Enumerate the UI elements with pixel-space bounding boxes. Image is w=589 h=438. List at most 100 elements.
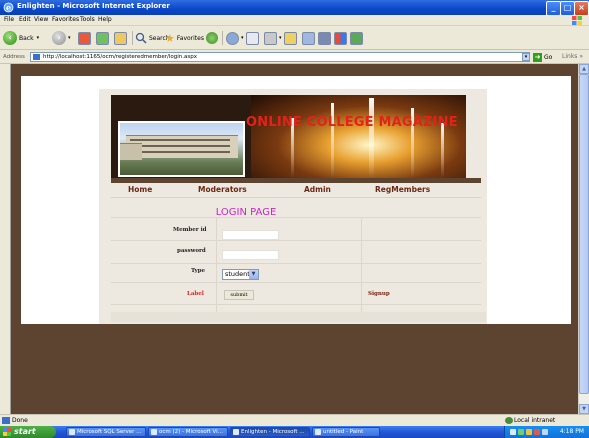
address-dropdown-icon[interactable]: ▾ xyxy=(522,53,530,61)
nav-moderators[interactable]: Moderators xyxy=(198,185,247,194)
links-toolbar[interactable]: Links » xyxy=(562,53,583,60)
menu-edit[interactable]: Edit xyxy=(19,16,31,23)
discuss-icon xyxy=(302,31,315,45)
edit-button[interactable] xyxy=(284,30,299,46)
visual-studio-icon xyxy=(151,429,157,435)
member-id-label: Member id xyxy=(173,227,207,233)
clock: 4:18 PM xyxy=(559,428,584,435)
page-footer xyxy=(111,312,486,322)
form-row-line xyxy=(111,263,481,264)
nav-divider xyxy=(111,197,481,198)
tray-network-icon[interactable] xyxy=(510,429,516,435)
system-tray: 4:18 PM xyxy=(504,426,589,438)
internet-explorer-icon: e xyxy=(3,3,14,13)
submit-button[interactable]: submit xyxy=(224,290,254,300)
menu-favorites[interactable]: Favorites xyxy=(52,16,79,23)
menu-help[interactable]: Help xyxy=(98,16,112,23)
go-button[interactable]: ➜ Go xyxy=(533,52,552,62)
folder-icon xyxy=(284,31,297,45)
home-button[interactable] xyxy=(114,30,129,46)
task-paint[interactable]: untitled - Paint xyxy=(312,427,380,437)
go-arrow-icon: ➜ xyxy=(533,52,542,62)
site-title: ONLINE COLLEGE MAGAZINE xyxy=(246,115,458,130)
scroll-down-icon[interactable]: ▼ xyxy=(579,404,589,414)
forward-dropdown-icon: ▾ xyxy=(68,35,71,41)
signup-link[interactable]: Signup xyxy=(368,291,390,297)
task-visual-studio[interactable]: ocm (2) - Microsoft Vi... xyxy=(148,427,228,437)
address-input[interactable]: http://localhost:1165/ocm/registeredmemb… xyxy=(30,52,530,62)
task-label: Enlighten - Microsoft ... xyxy=(241,429,305,435)
close-button[interactable]: × xyxy=(574,1,589,16)
favorites-button[interactable]: ★ Favorites xyxy=(165,30,204,46)
messenger-icon xyxy=(334,31,347,45)
member-id-input[interactable] xyxy=(222,230,279,240)
vertical-scrollbar[interactable]: ▲ ▼ xyxy=(578,64,589,414)
history-button[interactable]: ▾ xyxy=(226,30,244,46)
research-button[interactable] xyxy=(318,30,333,46)
media-button[interactable] xyxy=(206,30,220,46)
nav-regmembers[interactable]: RegMembers xyxy=(375,185,430,194)
tool-icon xyxy=(350,31,363,45)
status-bar: Done Local intranet xyxy=(0,414,589,426)
internet-explorer-icon xyxy=(233,429,239,435)
minimize-button[interactable]: _ xyxy=(546,1,561,16)
password-input[interactable] xyxy=(222,250,279,260)
back-arrow-icon: ‹ xyxy=(3,31,17,45)
links-label: Links xyxy=(562,53,578,60)
chevron-down-icon: ▼ xyxy=(249,270,258,279)
form-row-line xyxy=(111,282,481,283)
status-text: Done xyxy=(12,417,28,424)
refresh-icon xyxy=(96,31,109,45)
tray-volume-icon[interactable] xyxy=(542,429,548,435)
form-row-line xyxy=(111,304,481,305)
favorites-label: Favorites xyxy=(176,34,204,42)
forward-button[interactable]: › ▾ xyxy=(52,30,71,46)
menu-tools[interactable]: Tools xyxy=(80,16,95,23)
menu-view[interactable]: View xyxy=(34,16,48,23)
page-done-icon xyxy=(2,417,10,424)
start-button[interactable]: start xyxy=(0,426,56,438)
paint-icon xyxy=(315,429,321,435)
task-enlighten[interactable]: Enlighten - Microsoft ... xyxy=(230,427,310,437)
tray-sql-icon[interactable] xyxy=(526,429,532,435)
toolbar: ‹ Back ▾ › ▾ Search ★ Favorites ▾ ▾ xyxy=(0,26,589,50)
messenger-button[interactable] xyxy=(334,30,349,46)
mail-button[interactable] xyxy=(246,30,261,46)
browser-viewport: ONLINE COLLEGE MAGAZINE Home Moderators … xyxy=(10,64,578,414)
password-label: password xyxy=(177,248,206,254)
print-icon xyxy=(264,31,277,45)
history-icon xyxy=(226,31,239,45)
discuss-button[interactable] xyxy=(302,30,317,46)
mail-icon xyxy=(246,31,259,45)
type-selected-value: student xyxy=(225,270,250,278)
intranet-icon xyxy=(505,417,513,424)
type-select[interactable]: student ▼ xyxy=(222,269,259,280)
scroll-thumb[interactable] xyxy=(579,74,589,394)
nav-home[interactable]: Home xyxy=(128,185,152,194)
search-icon xyxy=(135,32,147,44)
tray-alert-icon[interactable] xyxy=(534,429,540,435)
site-nav: Home Moderators Admin RegMembers xyxy=(111,183,481,197)
print-button[interactable]: ▾ xyxy=(264,30,282,46)
tray-shield-icon[interactable] xyxy=(518,429,524,435)
print-dropdown-icon: ▾ xyxy=(279,35,282,41)
menu-file[interactable]: File xyxy=(4,16,14,23)
form-column-line xyxy=(216,217,217,319)
nav-admin[interactable]: Admin xyxy=(304,185,331,194)
back-button[interactable]: ‹ Back ▾ xyxy=(3,30,39,46)
refresh-button[interactable] xyxy=(96,30,111,46)
media-icon xyxy=(206,32,218,44)
stop-icon xyxy=(78,31,91,45)
stop-button[interactable] xyxy=(78,30,93,46)
menu-bar: File Edit View Favorites Tools Help xyxy=(0,15,589,26)
title-bar: e Enlighten - Microsoft Internet Explore… xyxy=(0,0,589,16)
scroll-up-icon[interactable]: ▲ xyxy=(579,64,589,74)
home-icon xyxy=(114,31,127,45)
task-label: untitled - Paint xyxy=(323,429,364,435)
maximize-button[interactable]: □ xyxy=(560,1,575,16)
task-sql-server[interactable]: Microsoft SQL Server ... xyxy=(66,427,146,437)
links-more-icon: » xyxy=(579,53,584,60)
favorites-star-icon: ★ xyxy=(165,31,175,45)
extra-tool-button[interactable] xyxy=(350,30,365,46)
windows-flag-icon xyxy=(3,428,11,436)
